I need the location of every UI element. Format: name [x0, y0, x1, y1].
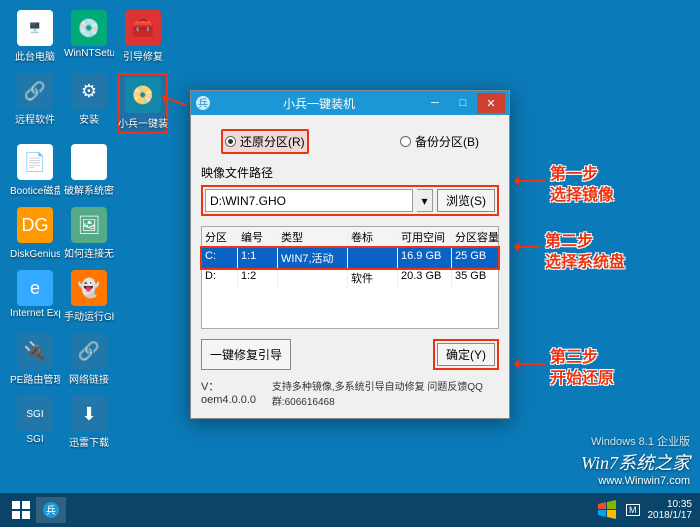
maximize-button[interactable]: □: [449, 93, 477, 113]
desktop-icon[interactable]: 🔌 PE路由管理器: [10, 333, 60, 386]
watermark: Windows 8.1 企业版 Win7系统之家 www.Winwin7.com: [581, 433, 690, 487]
arrow-icon: [515, 246, 540, 248]
col-header[interactable]: 类型: [278, 227, 348, 247]
window-title: 小兵一键装机: [217, 95, 421, 112]
clock-time: 10:35: [648, 499, 693, 510]
step1-callout: 第一步选择镜像: [550, 165, 614, 207]
app-icon: 🔗: [71, 333, 107, 369]
close-button[interactable]: ✕: [477, 93, 505, 113]
ime-indicator[interactable]: M: [626, 504, 640, 516]
icon-label: 迅雷下载: [69, 434, 109, 449]
desktop-icon[interactable]: 🖥️ 此台电脑: [10, 10, 60, 63]
app-icon: DG: [17, 207, 53, 243]
desktop-icon[interactable]: 🖼 如何连接无线网络: [64, 207, 114, 260]
start-button[interactable]: [6, 497, 36, 523]
system-tray[interactable]: M 10:35 2018/1/17: [596, 499, 692, 521]
app-icon: 💿: [71, 10, 107, 46]
app-icon: 📄: [17, 144, 53, 180]
desktop-icon-selected[interactable]: 📀 小兵一键装机: [118, 73, 168, 134]
desktop-icon[interactable]: 🔗 网络链接: [64, 333, 114, 386]
icon-label: 小兵一键装机: [118, 115, 168, 130]
desktop-icons: 🖥️ 此台电脑 💿 WinNTSetup 🧰 引导修复 🔗 远程软件 ⚙ 安装 📀 小兵一键装机 📄 Bo…: [10, 10, 168, 449]
desktop-icon[interactable]: 📄 Bootice磁盘工具: [10, 144, 60, 197]
icon-label: 引导修复: [123, 48, 163, 63]
icon-label: 如何连接无线网络: [64, 245, 114, 260]
app-icon: ⚙: [71, 73, 107, 109]
clock-date: 2018/1/17: [648, 510, 693, 521]
app-icon: 🖼: [71, 207, 107, 243]
step3-callout: 第三步开始还原: [550, 348, 614, 390]
col-header[interactable]: 编号: [238, 227, 278, 247]
app-icon: 🧰: [125, 10, 161, 46]
icon-label: Internet Explorer: [10, 308, 60, 319]
app-icon: e: [17, 270, 53, 306]
ok-button[interactable]: 确定(Y): [437, 343, 495, 366]
image-path-row: ▾ 浏览(S): [201, 185, 499, 216]
desktop-icon[interactable]: 🔗 远程软件: [10, 73, 60, 134]
desktop-icon[interactable]: 🧰 引导修复: [118, 10, 168, 63]
step2-callout: 第二步选择系统盘: [545, 232, 625, 274]
app-icon: 🔗: [17, 73, 53, 109]
icon-label: SGI: [26, 434, 43, 445]
icon-label: 远程软件: [15, 111, 55, 126]
boot-repair-button[interactable]: 一键修复引导: [201, 339, 291, 370]
desktop-icon[interactable]: SGI SGI: [10, 396, 60, 449]
path-label: 映像文件路径: [201, 164, 499, 181]
arrow-icon: [515, 180, 545, 182]
version-label: V：oem4.0.0.0: [201, 378, 262, 408]
col-header[interactable]: 分区容量: [452, 227, 502, 247]
taskbar-app-icon[interactable]: 兵: [36, 497, 66, 523]
restore-radio[interactable]: 还原分区(R): [221, 129, 309, 154]
desktop-icon[interactable]: NT 破解系统密码: [64, 144, 114, 197]
icon-label: PE路由管理器: [10, 371, 60, 386]
arrow-icon: [515, 363, 545, 365]
icon-label: 此台电脑: [15, 48, 55, 63]
icon-label: 破解系统密码: [64, 182, 114, 197]
col-header[interactable]: 可用空间: [398, 227, 452, 247]
partition-table[interactable]: 分区编号类型卷标可用空间分区容量 C:1:1WIN7,活动16.9 GB25 G…: [201, 226, 499, 329]
icon-label: 安装: [79, 111, 99, 126]
icon-label: WinNTSetup: [64, 48, 114, 59]
desktop-icon[interactable]: ⬇ 迅雷下载: [64, 396, 114, 449]
icon-label: Bootice磁盘工具: [10, 182, 60, 197]
svg-text:兵: 兵: [46, 504, 56, 517]
icon-label: 手动运行Ghost: [64, 308, 114, 323]
app-icon: 📀: [125, 77, 161, 113]
app-icon: 🖥️: [17, 10, 53, 46]
titlebar[interactable]: 兵 小兵一键装机 ─ □ ✕: [191, 91, 509, 115]
footer-note: 支持多种镜像,多系统引导自动修复 问题反馈QQ群:606616468: [272, 378, 499, 408]
desktop-icon[interactable]: ⚙ 安装: [64, 73, 114, 134]
windows-flag-icon: [596, 499, 618, 521]
col-header[interactable]: 分区: [202, 227, 238, 247]
desktop-icon[interactable]: DG DiskGenius分区工具: [10, 207, 60, 260]
browse-button[interactable]: 浏览(S): [437, 189, 495, 212]
desktop-icon[interactable]: 👻 手动运行Ghost: [64, 270, 114, 323]
app-icon: 🔌: [17, 333, 53, 369]
path-dropdown[interactable]: ▾: [417, 189, 433, 212]
app-icon: SGI: [17, 396, 53, 432]
table-row[interactable]: D:1:2软件20.3 GB35 GB: [202, 268, 498, 288]
icon-label: 网络链接: [69, 371, 109, 386]
col-header[interactable]: 卷标: [348, 227, 398, 247]
app-icon: ⬇: [71, 396, 107, 432]
app-icon: 兵: [195, 95, 211, 111]
installer-window: 兵 小兵一键装机 ─ □ ✕ 还原分区(R) 备份分区(B) 映像文件路径 ▾ …: [190, 90, 510, 419]
app-icon: 👻: [71, 270, 107, 306]
app-icon: NT: [71, 144, 107, 180]
desktop-icon[interactable]: e Internet Explorer: [10, 270, 60, 323]
minimize-button[interactable]: ─: [421, 93, 449, 113]
image-path-input[interactable]: [205, 189, 413, 212]
backup-radio[interactable]: 备份分区(B): [400, 129, 479, 154]
desktop-icon[interactable]: 💿 WinNTSetup: [64, 10, 114, 63]
taskbar[interactable]: 兵 M 10:35 2018/1/17: [0, 493, 700, 527]
icon-label: DiskGenius分区工具: [10, 245, 60, 260]
table-row[interactable]: C:1:1WIN7,活动16.9 GB25 GB: [202, 248, 498, 268]
svg-text:兵: 兵: [198, 97, 208, 110]
